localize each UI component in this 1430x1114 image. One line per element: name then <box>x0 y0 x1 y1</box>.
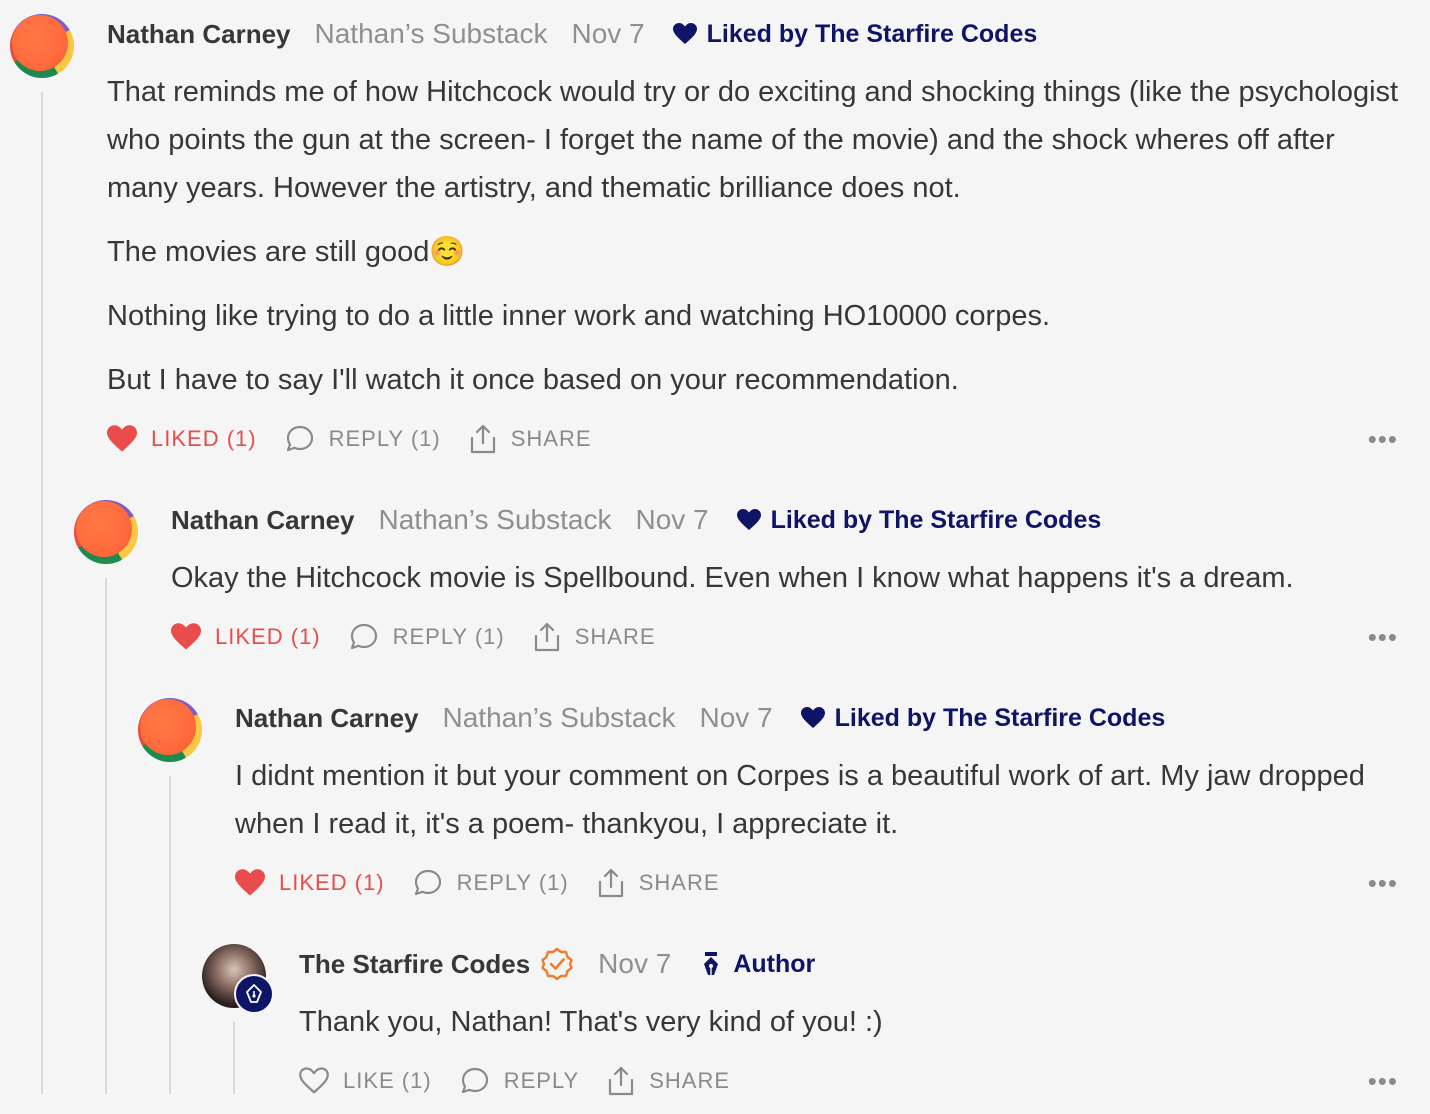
pen-nib-icon <box>704 952 719 975</box>
publication-name[interactable]: Nathan’s Substack <box>443 702 676 734</box>
author-name[interactable]: Nathan Carney <box>171 505 355 536</box>
comment-paragraph: Thank you, Nathan! That's very kind of y… <box>299 1006 883 1038</box>
more-options-button[interactable]: ••• <box>1368 622 1398 653</box>
comment-header: Nathan Carney Nathan’s Substack Nov 7 Li… <box>107 14 1037 54</box>
reply-button[interactable]: REPLY (1) <box>413 868 569 898</box>
share-button[interactable]: SHARE <box>469 423 592 455</box>
thread-line <box>105 578 107 1094</box>
liked-by-author-badge: Liked by The Starfire Codes <box>800 703 1166 733</box>
like-label: LIKED (1) <box>279 870 385 895</box>
like-label: LIKE (1) <box>343 1068 432 1093</box>
comment-paragraph: Nothing like trying to do a little inner… <box>107 300 1051 332</box>
speech-bubble-icon <box>350 623 377 650</box>
share-button[interactable]: SHARE <box>607 1065 730 1097</box>
comment-body: That reminds me of how Hitchcock would t… <box>107 68 1407 420</box>
comment-date[interactable]: Nov 7 <box>635 504 708 536</box>
comment-actions: LIKED (1) REPLY (1) SHARE <box>107 422 620 456</box>
comment-actions: LIKED (1) REPLY (1) SHARE <box>171 620 684 654</box>
liked-by-author-badge: Liked by The Starfire Codes <box>736 505 1102 535</box>
heart-filled-icon <box>235 869 265 896</box>
author-name[interactable]: The Starfire Codes <box>299 949 530 980</box>
avatar[interactable] <box>10 14 74 78</box>
like-button[interactable]: LIKED (1) <box>235 869 385 897</box>
like-button[interactable]: LIKED (1) <box>107 425 257 453</box>
author-name[interactable]: Nathan Carney <box>107 19 291 50</box>
comment-body: I didnt mention it but your comment on C… <box>235 752 1365 864</box>
heart-icon <box>736 509 761 530</box>
comment-header: The Starfire Codes Nov 7 Author <box>299 944 815 984</box>
share-label: SHARE <box>574 624 656 649</box>
reply-label: REPLY (1) <box>392 624 505 649</box>
like-button[interactable]: LIKED (1) <box>171 623 321 651</box>
share-button[interactable]: SHARE <box>533 621 656 653</box>
comment-body: Okay the Hitchcock movie is Spellbound. … <box>171 554 1401 618</box>
comment-paragraph: I didnt mention it but your comment on C… <box>235 760 1365 840</box>
like-label: LIKED (1) <box>151 426 257 451</box>
heart-filled-icon <box>107 425 137 452</box>
comment-paragraph: The movies are still good☺️ <box>107 236 466 268</box>
share-label: SHARE <box>638 870 720 895</box>
author-label: Author <box>733 949 816 978</box>
reply-button[interactable]: REPLY (1) <box>349 622 505 652</box>
heart-icon <box>800 707 825 728</box>
heart-icon <box>672 23 697 44</box>
avatar[interactable] <box>138 698 202 762</box>
liked-by-label: Liked by The Starfire Codes <box>770 505 1102 534</box>
verified-check-icon <box>540 947 574 981</box>
author-name[interactable]: Nathan Carney <box>235 703 419 734</box>
share-label: SHARE <box>649 1068 731 1093</box>
comment-header: Nathan Carney Nathan’s Substack Nov 7 Li… <box>235 698 1165 738</box>
comment-paragraph: Okay the Hitchcock movie is Spellbound. … <box>171 562 1294 594</box>
comment-paragraph: That reminds me of how Hitchcock would t… <box>107 76 1399 204</box>
more-options-button[interactable]: ••• <box>1368 424 1398 455</box>
speech-bubble-icon <box>286 425 313 452</box>
like-button[interactable]: LIKE (1) <box>299 1067 432 1095</box>
comment-date[interactable]: Nov 7 <box>598 948 671 980</box>
reply-label: REPLY (1) <box>328 426 441 451</box>
avatar[interactable] <box>202 944 274 1014</box>
liked-by-label: Liked by The Starfire Codes <box>706 19 1038 48</box>
liked-by-label: Liked by The Starfire Codes <box>834 703 1166 732</box>
author-badge: Author <box>701 950 815 979</box>
share-button[interactable]: SHARE <box>597 867 720 899</box>
speech-bubble-icon <box>461 1067 488 1094</box>
thread-line <box>169 776 171 1094</box>
speech-bubble-icon <box>414 869 441 896</box>
share-icon <box>470 424 495 454</box>
publication-name[interactable]: Nathan’s Substack <box>315 18 548 50</box>
comment-actions: LIKE (1) REPLY SHARE <box>299 1064 758 1098</box>
like-label: LIKED (1) <box>215 624 321 649</box>
thread-line <box>41 92 43 1094</box>
share-icon <box>534 622 559 652</box>
reply-label: REPLY <box>503 1068 580 1093</box>
pen-nib-badge-icon <box>234 974 274 1014</box>
comment-paragraph: But I have to say I'll watch it once bas… <box>107 364 959 396</box>
share-label: SHARE <box>510 426 592 451</box>
reply-label: REPLY (1) <box>456 870 569 895</box>
more-options-button[interactable]: ••• <box>1368 1066 1398 1097</box>
comment-date[interactable]: Nov 7 <box>571 18 644 50</box>
heart-outline-icon <box>299 1067 329 1094</box>
comment-header: Nathan Carney Nathan’s Substack Nov 7 Li… <box>171 500 1101 540</box>
reply-button[interactable]: REPLY <box>460 1066 580 1096</box>
heart-filled-icon <box>171 623 201 650</box>
more-options-button[interactable]: ••• <box>1368 868 1398 899</box>
comment-date[interactable]: Nov 7 <box>699 702 772 734</box>
publication-name[interactable]: Nathan’s Substack <box>379 504 612 536</box>
liked-by-author-badge: Liked by The Starfire Codes <box>672 19 1038 49</box>
thread-line <box>233 1022 235 1094</box>
avatar[interactable] <box>74 500 138 564</box>
share-icon <box>598 868 623 898</box>
share-icon <box>609 1066 634 1096</box>
comment-body: Thank you, Nathan! That's very kind of y… <box>299 998 1359 1062</box>
comment-actions: LIKED (1) REPLY (1) SHARE <box>235 866 748 900</box>
reply-button[interactable]: REPLY (1) <box>285 424 441 454</box>
